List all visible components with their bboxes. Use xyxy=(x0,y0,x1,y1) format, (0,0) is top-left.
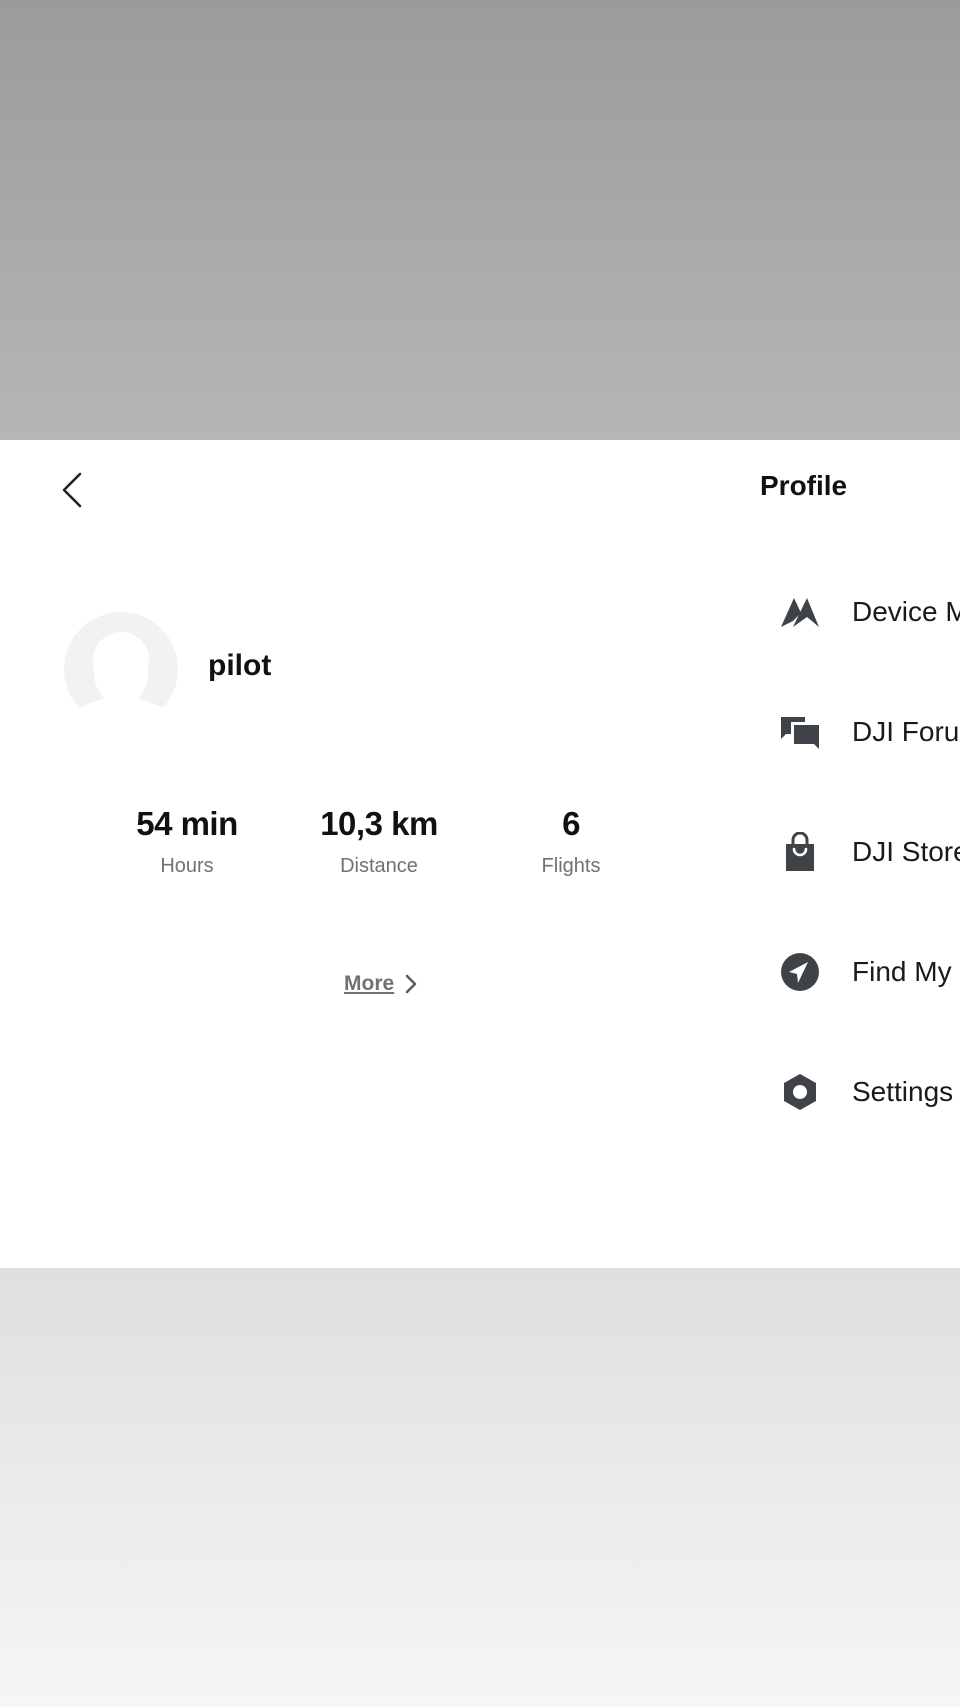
device-management-icon xyxy=(776,588,824,636)
menu-item-label: Find My xyxy=(852,956,952,987)
menu-item-dji-forum[interactable]: DJI Forur xyxy=(776,702,960,762)
stat-label: Hours xyxy=(160,855,214,877)
page-title: Profile xyxy=(760,470,848,501)
menu-item-label: DJI Store xyxy=(852,836,960,867)
shopping-bag-icon xyxy=(776,828,824,876)
dimmed-background-top[interactable] xyxy=(0,0,960,440)
username: pilot xyxy=(208,649,272,682)
more-link[interactable]: More xyxy=(344,972,418,996)
menu-item-device-management[interactable]: Device M xyxy=(776,582,960,642)
find-my-compass-icon xyxy=(776,948,824,996)
stat-hours: 54 min Hours xyxy=(97,805,277,878)
more-label: More xyxy=(344,972,395,995)
menu-item-label: Settings xyxy=(852,1076,954,1107)
chevron-right-icon xyxy=(405,974,417,994)
menu-item-find-my[interactable]: Find My xyxy=(776,942,960,1002)
stat-label: Distance xyxy=(340,855,418,877)
menu-item-label: DJI Forur xyxy=(852,716,960,747)
settings-hexagon-icon xyxy=(776,1068,824,1116)
stat-flights: 6 Flights xyxy=(481,805,661,878)
dimmed-background-bottom[interactable] xyxy=(0,1268,960,1707)
chevron-left-icon xyxy=(62,472,82,508)
stat-distance: 10,3 km Distance xyxy=(289,805,469,878)
menu-item-label: Device M xyxy=(852,596,960,627)
avatar[interactable] xyxy=(64,612,178,726)
back-button[interactable] xyxy=(52,466,92,514)
menu-item-dji-store[interactable]: DJI Store xyxy=(776,822,960,882)
stat-value: 10,3 km xyxy=(320,805,438,842)
forum-chat-icon xyxy=(776,708,824,756)
profile-sheet: Profile pilot 54 min Hours 10,3 km Dista… xyxy=(0,440,960,1268)
menu-item-settings[interactable]: Settings xyxy=(776,1062,960,1122)
stat-label: Flights xyxy=(541,855,601,877)
stat-value: 54 min xyxy=(136,805,238,842)
default-avatar-icon xyxy=(64,612,178,726)
stat-value: 6 xyxy=(562,805,580,842)
